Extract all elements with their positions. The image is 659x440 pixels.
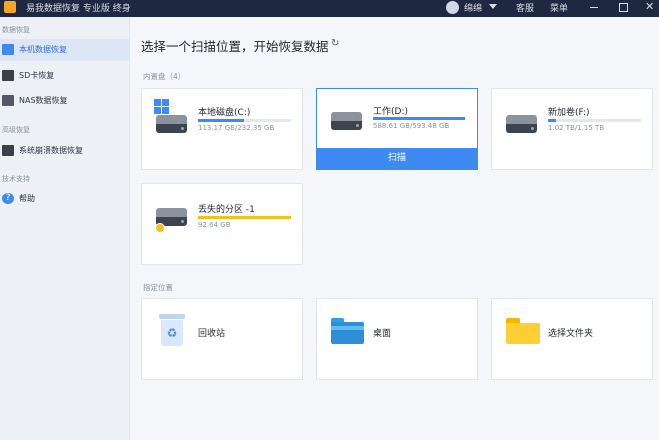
user-menu-chevron-down-icon[interactable] — [489, 4, 497, 9]
monitor-icon — [2, 44, 14, 55]
app-title: 易我数据恢复 专业版 终身 — [26, 4, 131, 14]
drive-name: 本地磁盘(C:) — [198, 108, 251, 118]
folder-icon — [506, 318, 540, 344]
hard-drive-icon — [506, 115, 537, 133]
user-avatar[interactable] — [446, 1, 459, 14]
specified-locations-label: 指定位置 — [143, 283, 173, 292]
main-content: 选择一个扫描位置，开始恢复数据 ↻ 内置盘（4） 本地磁盘(C:) 113.17… — [131, 17, 659, 440]
drive-size: 588.61 GB/593.48 GB — [373, 122, 450, 130]
drive-usage-fill — [548, 119, 557, 122]
sidebar-item-label: NAS数据恢复 — [19, 96, 68, 105]
sidebar: 数据恢复 本机数据恢复 SD卡恢复 NAS数据恢复 高级恢复 系统崩溃数据恢复 … — [0, 17, 130, 440]
drive-usage-bar — [198, 119, 291, 122]
sidebar-section-tech-support: 技术支持 — [2, 175, 30, 183]
refresh-icon[interactable]: ↻ — [331, 38, 339, 49]
drive-card-f[interactable]: 新加卷(F:) 1.02 TB/1.15 TB — [491, 88, 653, 170]
sidebar-item-local-recovery[interactable]: 本机数据恢复 — [0, 39, 129, 61]
desktop-folder-icon — [331, 318, 364, 344]
title-bar: 易我数据恢复 专业版 终身 绵绵 客服 菜单 ✕ — [0, 0, 659, 17]
minimize-button[interactable] — [590, 7, 598, 8]
drive-card-c[interactable]: 本地磁盘(C:) 113.17 GB/232.35 GB — [141, 88, 303, 170]
drive-size: 1.02 TB/1.15 TB — [548, 124, 605, 132]
recycle-symbol: ♻ — [161, 320, 183, 346]
scan-button[interactable]: 扫描 — [317, 148, 477, 169]
location-card-desktop[interactable]: 桌面 — [316, 298, 478, 380]
drive-name: 丢失的分区 -1 — [198, 205, 255, 215]
sidebar-item-label: SD卡恢复 — [19, 71, 55, 80]
drive-usage-bar — [198, 216, 291, 219]
sidebar-section-advanced-recovery: 高级恢复 — [2, 126, 30, 134]
drive-usage-bar — [548, 119, 641, 122]
customer-service-button[interactable]: 客服 — [516, 1, 534, 14]
sidebar-item-help[interactable]: ? 帮助 — [0, 188, 129, 210]
recycle-bin-icon: ♻ — [159, 314, 185, 346]
sidebar-item-sd-recovery[interactable]: SD卡恢复 — [0, 65, 129, 87]
sidebar-section-data-recovery: 数据恢复 — [2, 26, 30, 34]
sidebar-item-label: 系统崩溃数据恢复 — [19, 146, 83, 155]
drive-card-lost-partition[interactable]: 丢失的分区 -1 92.64 GB — [141, 183, 303, 265]
windows-icon — [154, 99, 169, 114]
drive-usage-fill — [198, 216, 291, 219]
internal-disks-label: 内置盘（4） — [143, 72, 186, 81]
menu-button[interactable]: 菜单 — [550, 1, 568, 14]
close-button[interactable]: ✕ — [645, 0, 654, 13]
sidebar-item-label: 本机数据恢复 — [19, 45, 67, 54]
drive-name: 新加卷(F:) — [548, 108, 590, 118]
help-icon: ? — [2, 193, 14, 204]
drive-card-d[interactable]: 工作(D:) 588.61 GB/593.48 GB 扫描 — [316, 88, 478, 170]
location-card-choose-folder[interactable]: 选择文件夹 — [491, 298, 653, 380]
drive-usage-fill — [198, 119, 244, 122]
user-name[interactable]: 绵绵 — [464, 1, 482, 14]
system-crash-icon — [2, 145, 14, 156]
nas-icon — [2, 95, 14, 106]
app-logo-icon — [4, 1, 16, 13]
drive-size: 92.64 GB — [198, 221, 231, 229]
sidebar-item-nas-recovery[interactable]: NAS数据恢复 — [0, 90, 129, 112]
drive-name: 工作(D:) — [373, 107, 408, 117]
sidebar-item-label: 帮助 — [19, 194, 35, 203]
location-label: 选择文件夹 — [548, 329, 594, 339]
drive-usage-bar — [373, 117, 466, 120]
location-label: 回收站 — [198, 329, 226, 339]
sidebar-item-system-crash-recovery[interactable]: 系统崩溃数据恢复 — [0, 140, 129, 162]
sd-card-icon — [2, 70, 14, 81]
maximize-button[interactable] — [619, 3, 628, 12]
location-label: 桌面 — [373, 329, 392, 339]
location-card-recycle-bin[interactable]: ♻ 回收站 — [141, 298, 303, 380]
warning-icon — [155, 223, 165, 233]
hard-drive-icon — [331, 112, 362, 130]
hard-drive-icon — [156, 115, 187, 133]
drive-usage-fill — [373, 117, 466, 120]
drive-size: 113.17 GB/232.35 GB — [198, 124, 275, 132]
page-title: 选择一个扫描位置，开始恢复数据 — [141, 39, 329, 54]
